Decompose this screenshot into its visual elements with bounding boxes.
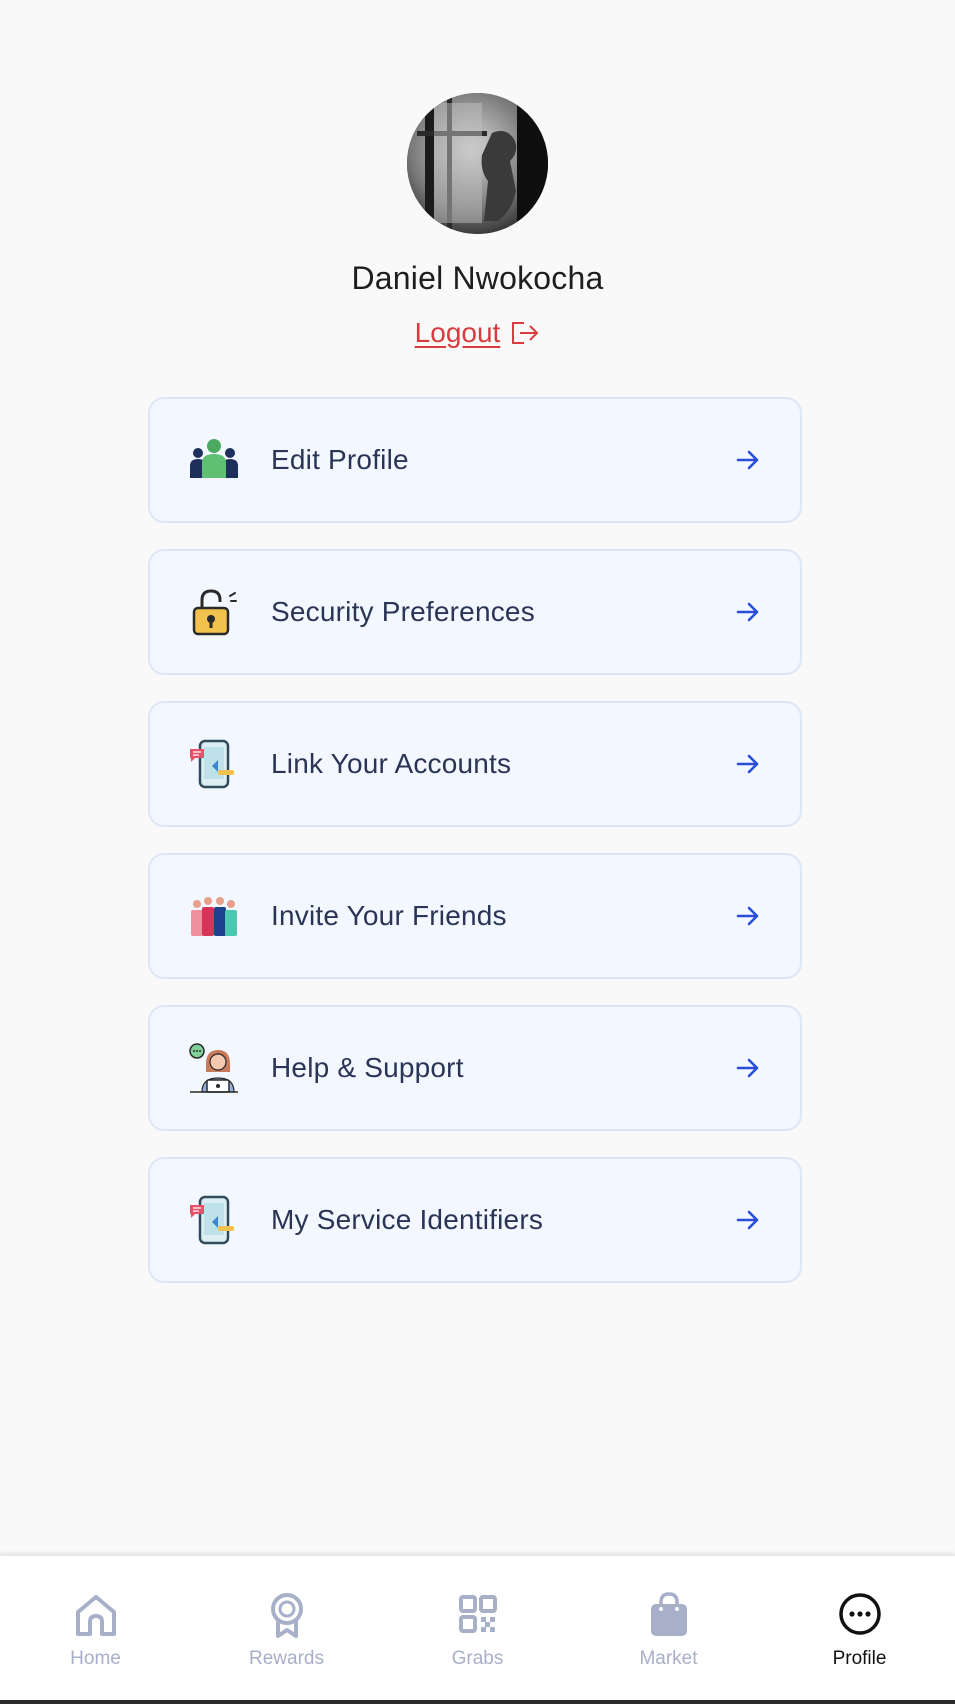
menu-item-label: Edit Profile	[271, 444, 409, 475]
home-indicator-bar	[0, 1700, 955, 1704]
menu-item-label: Invite Your Friends	[271, 900, 507, 931]
nav-label: Home	[70, 1648, 121, 1669]
menu-item-label: Link Your Accounts	[271, 748, 512, 779]
arrow-right-icon	[736, 450, 759, 470]
shopping-bag-icon	[650, 1592, 687, 1636]
support-agent-icon	[189, 1043, 238, 1093]
nav-item-market[interactable]: Market	[573, 1556, 764, 1700]
menu-item-help-support[interactable]: Help & Support	[148, 1005, 802, 1131]
phone-link-icon	[190, 1195, 234, 1245]
nav-label: Profile	[832, 1648, 887, 1669]
friends-group-icon	[191, 897, 237, 936]
menu-item-link-accounts[interactable]: Link Your Accounts	[148, 701, 802, 827]
arrow-right-icon	[736, 602, 759, 622]
nav-label: Rewards	[249, 1648, 324, 1669]
home-icon	[75, 1595, 116, 1636]
nav-item-rewards[interactable]: Rewards	[191, 1556, 382, 1700]
arrow-right-icon	[736, 906, 759, 926]
bottom-nav: Home Rewards Grabs Market Profile	[0, 1554, 955, 1700]
profile-menu: Edit Profile Security Preferences Link Y…	[148, 397, 802, 1283]
phone-link-icon	[190, 739, 234, 789]
menu-item-service-identifiers[interactable]: My Service Identifiers	[148, 1157, 802, 1283]
menu-item-label: Help & Support	[271, 1052, 464, 1083]
avatar[interactable]	[407, 93, 548, 234]
more-circle-icon	[838, 1593, 881, 1635]
unlocked-padlock-icon	[192, 589, 237, 636]
logout-label: Logout	[414, 317, 501, 348]
arrow-right-icon	[736, 754, 759, 774]
menu-item-security-preferences[interactable]: Security Preferences	[148, 549, 802, 675]
award-ribbon-icon	[270, 1593, 303, 1638]
nav-label: Market	[639, 1648, 698, 1669]
profile-header: Daniel Nwokocha Logout	[0, 0, 955, 349]
arrow-right-icon	[736, 1210, 759, 1230]
people-group-icon	[190, 439, 238, 478]
nav-item-grabs[interactable]: Grabs	[382, 1556, 573, 1700]
qr-code-icon	[458, 1595, 497, 1633]
arrow-right-icon	[736, 1058, 759, 1078]
logout-link[interactable]: Logout	[415, 317, 541, 349]
nav-label: Grabs	[451, 1648, 504, 1669]
user-name: Daniel Nwokocha	[351, 260, 604, 296]
logout-icon	[512, 322, 539, 344]
nav-item-home[interactable]: Home	[0, 1556, 191, 1700]
menu-item-label: My Service Identifiers	[271, 1204, 544, 1235]
menu-item-invite-friends[interactable]: Invite Your Friends	[148, 853, 802, 979]
nav-item-profile[interactable]: Profile	[764, 1556, 955, 1700]
menu-item-label: Security Preferences	[271, 596, 535, 627]
menu-item-edit-profile[interactable]: Edit Profile	[148, 397, 802, 523]
